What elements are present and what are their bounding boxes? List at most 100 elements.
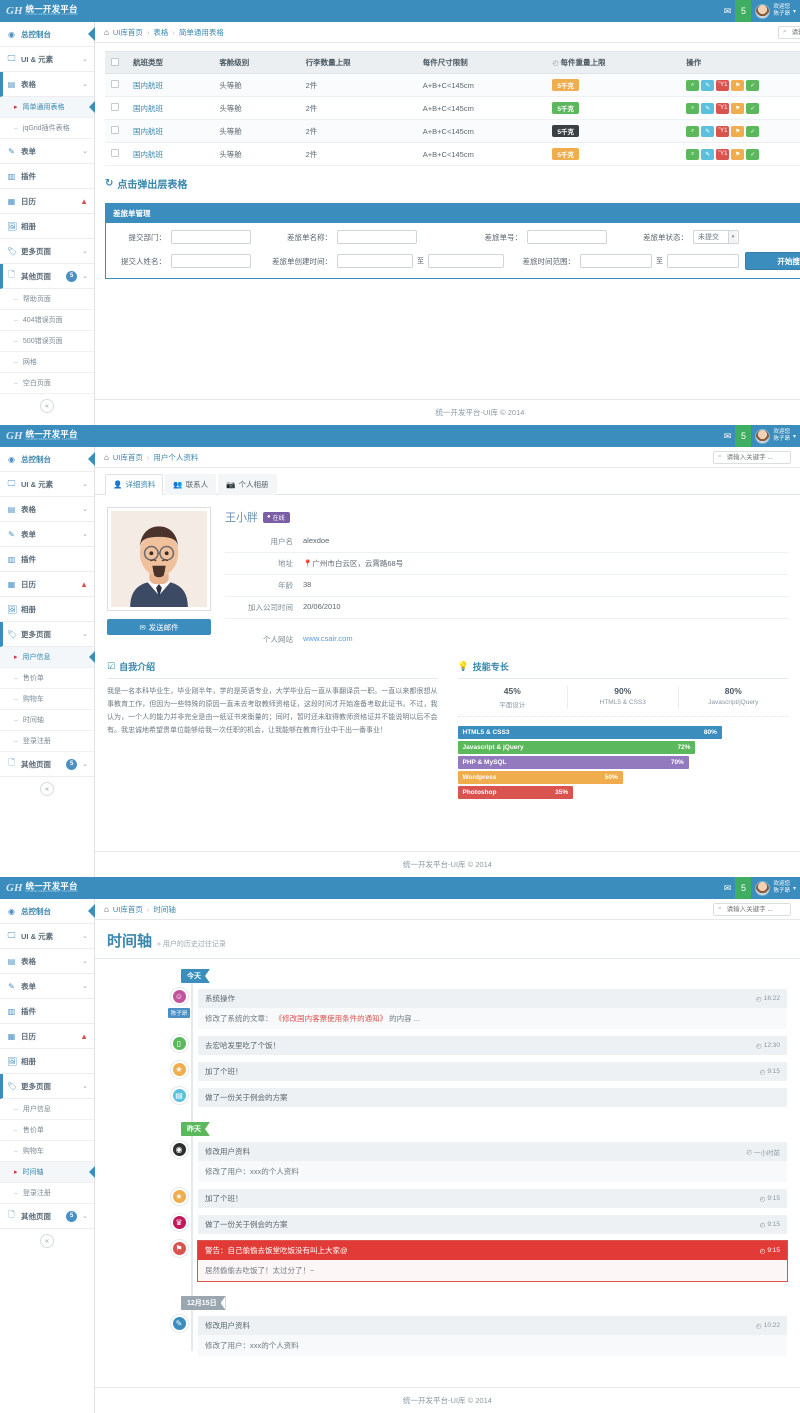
department-input[interactable] [171,230,251,244]
search-box[interactable]: ⌕ [778,26,800,39]
chevron-down-icon[interactable]: ⌄ [82,1082,88,1090]
row-checkbox[interactable] [111,80,119,88]
flag-icon[interactable]: ⚑ [731,149,744,160]
breadcrumb-item-home[interactable]: UI库首页 [113,27,143,38]
pen-icon[interactable]: ✎ [171,1315,188,1332]
sidebar-item-photo[interactable]: 🖼 相册 [0,597,94,622]
flight-link[interactable]: 国内航班 [133,127,163,136]
table-row[interactable]: 国内航班头等舱2件A+B+C<145cm5千克⌕✎Ὕ1⚑✓ [105,97,800,120]
sidebar-item-form[interactable]: ✎ 表单 ⌄ [0,974,94,999]
user-menu[interactable]: 欢迎您 陈子昂 ▾ [751,0,800,22]
tab-details[interactable]: 👤 详细资料 [105,474,163,495]
sidebar-item-plugin[interactable]: ▥ 插件 [0,999,94,1024]
row-checkbox[interactable] [111,149,119,157]
send-mail-button[interactable]: ✉ 发送邮件 [107,619,211,635]
envelope-icon[interactable]: ✉ [719,877,735,899]
pencil-icon[interactable]: ✎ [701,103,714,114]
sidebar-collapse-button[interactable]: « [40,399,54,413]
sidebar-item-other-pages[interactable]: 🗋 其他页面 5 ⌄ [0,1204,94,1229]
brand-logo[interactable]: GH 统一开发平台 UNIFIED DEVELOPMENT PLATFORM [0,877,95,899]
pencil-icon[interactable]: ✎ [701,126,714,137]
magnifier-icon[interactable]: ⌕ [686,149,699,160]
table-row[interactable]: 国内航班头等舱2件A+B+C<145cm5千克⌕✎Ὕ1⚑✓ [105,143,800,166]
trash-icon[interactable]: Ὕ1 [716,126,729,137]
created-time-from-input[interactable] [337,254,413,268]
search-input[interactable] [790,28,800,37]
sidebar-item-more-pages[interactable]: 🏷 更多页面 ⌄ [0,1074,94,1099]
chevron-down-icon[interactable]: ⌄ [82,80,88,88]
chevron-down-icon[interactable]: ⌄ [82,530,88,538]
sidebar-subitem-timeline[interactable]: – 时间轴 [0,710,94,731]
chevron-down-icon[interactable]: ▾ [793,433,796,440]
sidebar-item-more-pages[interactable]: 🏷 更多页面 ⌄ [0,622,94,647]
flight-link[interactable]: 国内航班 [133,81,163,90]
sidebar-item-table[interactable]: ▤ 表格 ⌄ [0,497,94,522]
chevron-down-icon[interactable]: ⌄ [82,247,88,255]
message-count-badge[interactable]: 5 [735,0,751,22]
breadcrumb-item-home[interactable]: UI库首页 [113,452,143,463]
tab-contacts[interactable]: 👥 联系人 [165,474,216,495]
sidebar-subitem-grid[interactable]: – 网格 [0,352,94,373]
sidebar-item-dashboard[interactable]: ◉ 总控制台 [0,22,94,47]
home-icon[interactable]: ⌂ [104,28,109,37]
sidebar-item-calendar[interactable]: ▦ 日历 ▲ [0,572,94,597]
chevron-down-icon[interactable]: ⌄ [82,932,88,940]
sidebar-subitem-404[interactable]: – 404错误页面 [0,310,94,331]
sidebar-subitem-price-list[interactable]: – 售价单 [0,668,94,689]
trash-icon[interactable]: Ὕ1 [716,103,729,114]
travel-range-from-input[interactable] [580,254,652,268]
envelope-icon[interactable]: ✉ [719,425,735,447]
row-checkbox[interactable] [111,126,119,134]
check-icon[interactable]: ✓ [746,149,759,160]
chevron-down-icon[interactable]: ⌄ [82,760,88,768]
pencil-icon[interactable]: ✎ [701,80,714,91]
star-icon[interactable]: ★ [171,1188,188,1205]
sidebar-item-dashboard[interactable]: ◉ 总控制台 [0,447,94,472]
chevron-down-icon[interactable]: ⌄ [82,1212,88,1220]
order-name-input[interactable] [337,230,417,244]
breadcrumb-item-table[interactable]: 表格 [153,27,168,38]
doc-icon[interactable]: ▤ [171,1087,188,1104]
chevron-down-icon[interactable]: ⌄ [82,480,88,488]
message-count-badge[interactable]: 5 [735,877,751,899]
pencil-icon[interactable]: ✎ [701,149,714,160]
sidebar-subitem-cart[interactable]: – 购物车 [0,1141,94,1162]
sidebar-item-photo[interactable]: 🖼 相册 [0,214,94,239]
travel-range-to-input[interactable] [667,254,739,268]
brand-logo[interactable]: GH 统一开发平台 UNIFIED DEVELOPMENT PLATFORM [0,0,95,22]
sidebar-item-calendar[interactable]: ▦ 日历 ▲ [0,1024,94,1049]
sidebar-subitem-user-info[interactable]: ▸ 用户信息 [0,647,94,668]
sidebar-item-more-pages[interactable]: 🏷 更多页面 ⌄ [0,239,94,264]
bell-icon[interactable]: ◉ [171,1141,188,1158]
magnifier-icon[interactable]: ⌕ [686,80,699,91]
sidebar-subitem-500[interactable]: – 500错误页面 [0,331,94,352]
chevron-down-icon[interactable]: ⌄ [82,505,88,513]
sidebar-subitem-blank[interactable]: – 空白页面 [0,373,94,394]
flag-icon[interactable]: ⚑ [731,103,744,114]
sidebar-subitem-cart[interactable]: – 购物车 [0,689,94,710]
magnifier-icon[interactable]: ⌕ [686,126,699,137]
chevron-down-icon[interactable]: ▾ [793,8,796,15]
table-row[interactable]: 国内航班头等舱2件A+B+C<145cm5千克⌕✎Ὕ1⚑✓ [105,74,800,97]
alert-icon[interactable]: ⚑ [171,1240,188,1257]
check-icon[interactable]: ✓ [746,80,759,91]
user-menu[interactable]: 欢迎您 陈子昂 ▾ [751,877,800,899]
chevron-down-icon[interactable]: ▾ [728,231,737,243]
popup-table-link[interactable]: ↻ 点击弹出层表格 [95,166,800,199]
submitter-input[interactable] [171,254,251,268]
sidebar-item-plugin[interactable]: ▥ 插件 [0,164,94,189]
sidebar-item-ui[interactable]: 🖵 UI & 元素 ⌄ [0,924,94,949]
select-all-checkbox[interactable] [111,58,119,66]
order-status-select[interactable]: 未提交 ▾ [693,230,739,244]
chevron-down-icon[interactable]: ⌄ [82,982,88,990]
chevron-down-icon[interactable]: ⌄ [82,55,88,63]
sidebar-subitem-help[interactable]: – 帮助页面 [0,289,94,310]
row-checkbox[interactable] [111,103,119,111]
envelope-icon[interactable]: ✉ [719,0,735,22]
sidebar-item-ui[interactable]: 🖵 UI & 元素 ⌄ [0,472,94,497]
home-icon[interactable]: ⌂ [104,905,109,914]
avatar-icon[interactable]: ☺ [171,988,188,1005]
website-link[interactable]: www.csair.com [303,634,353,643]
brand-logo[interactable]: GH 统一开发平台 UNIFIED DEVELOPMENT PLATFORM [0,425,95,447]
chevron-down-icon[interactable]: ⌄ [82,957,88,965]
